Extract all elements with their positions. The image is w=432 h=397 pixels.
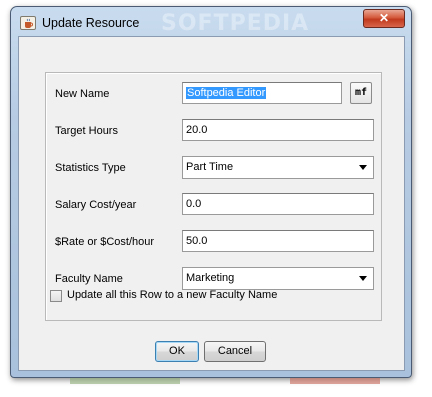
- close-icon: ✕: [378, 11, 390, 25]
- window-title: Update Resource: [42, 16, 140, 30]
- background-strip: [0, 378, 432, 397]
- form-panel: New Name Softpedia Editor mf Target Hour…: [45, 72, 382, 321]
- update-resource-window: Update Resource SOFTPEDIA ✕ New Name Sof…: [10, 6, 412, 378]
- coffee-cup-icon[interactable]: [20, 16, 36, 30]
- chevron-down-icon: [359, 165, 367, 170]
- watermark: SOFTPEDIA: [161, 11, 310, 36]
- new-name-label: New Name: [55, 88, 110, 100]
- mf-button[interactable]: mf: [350, 82, 372, 104]
- statistics-type-value: Part Time: [186, 161, 234, 173]
- faculty-name-value: Marketing: [186, 272, 235, 284]
- salary-field[interactable]: 0.0: [182, 193, 374, 215]
- faculty-name-label: Faculty Name: [55, 273, 123, 285]
- rate-label: $Rate or $Cost/hour: [55, 236, 155, 248]
- close-button[interactable]: ✕: [363, 9, 405, 28]
- dialog-body: New Name Softpedia Editor mf Target Hour…: [18, 36, 405, 371]
- faculty-name-dropdown[interactable]: Marketing: [182, 267, 374, 290]
- target-hours-label: Target Hours: [55, 125, 118, 137]
- statistics-type-dropdown[interactable]: Part Time: [182, 156, 374, 179]
- ok-button[interactable]: OK: [155, 341, 199, 362]
- update-row-label: Update all this Row to a new Faculty Nam…: [67, 289, 278, 301]
- statistics-type-label: Statistics Type: [55, 162, 126, 174]
- new-name-field[interactable]: Softpedia Editor: [182, 82, 342, 104]
- target-hours-field[interactable]: 20.0: [182, 119, 374, 141]
- salary-label: Salary Cost/year: [55, 199, 137, 211]
- new-name-value: Softpedia Editor: [186, 87, 267, 99]
- chevron-down-icon: [359, 276, 367, 281]
- titlebar[interactable]: Update Resource SOFTPEDIA ✕: [11, 7, 411, 37]
- rate-field[interactable]: 50.0: [182, 230, 374, 252]
- cancel-button[interactable]: Cancel: [204, 341, 266, 362]
- update-row-checkbox[interactable]: [50, 290, 62, 302]
